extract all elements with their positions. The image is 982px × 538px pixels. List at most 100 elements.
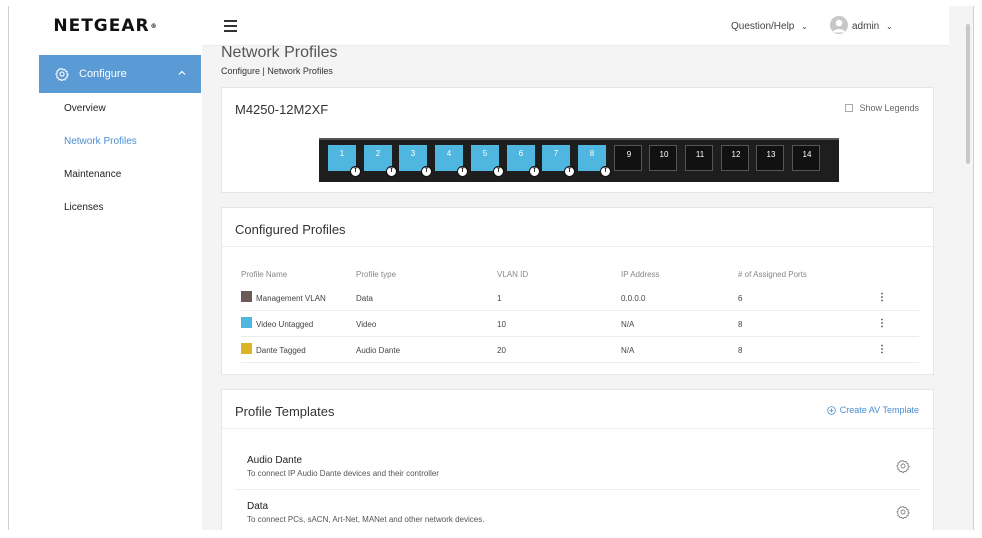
port-number: 11 (695, 150, 705, 159)
profile-name: Video Untagged (256, 320, 314, 329)
tagged-badge: T (600, 166, 611, 177)
gear-icon[interactable] (896, 459, 910, 473)
assigned-ports: 8 (738, 320, 743, 329)
port-number: 2 (375, 149, 381, 158)
ip-address: N/A (621, 346, 635, 355)
user-avatar-icon[interactable] (830, 16, 848, 34)
sidebar-item-configure[interactable]: Configure (39, 55, 201, 93)
plus-circle-icon (827, 405, 836, 415)
switch-port[interactable]: 13 (756, 145, 784, 171)
chevron-up-icon (178, 70, 186, 75)
table-row[interactable]: Dante Tagged Audio Dante 20 N/A 8 ⋮ (241, 337, 919, 363)
profile-templates-title: Profile Templates (235, 404, 335, 419)
netgear-logo[interactable]: NETGEAR ® (9, 6, 202, 46)
template-description: To connect IP Audio Dante devices and th… (247, 469, 439, 478)
chevron-down-icon: ⌄ (801, 22, 808, 31)
template-title: Data (247, 501, 269, 512)
sidebar-item-maintenance[interactable]: Maintenance (64, 169, 121, 180)
scrollbar-thumb[interactable] (966, 24, 970, 164)
more-options-icon[interactable]: ⋮ (877, 344, 887, 356)
template-title: Audio Dante (247, 455, 303, 466)
more-options-icon[interactable]: ⋮ (877, 318, 887, 330)
tagged-badge: T (421, 166, 432, 177)
switch-port[interactable]: 2T (364, 145, 397, 177)
port-number: 10 (659, 150, 669, 159)
port-number: 13 (766, 150, 776, 159)
tagged-badge: T (386, 166, 397, 177)
port-number: 12 (731, 150, 741, 159)
vlan-id: 10 (497, 320, 506, 329)
switch-port[interactable]: 1T (328, 145, 361, 177)
tagged-badge: T (564, 166, 575, 177)
column-header-assigned-ports: # of Assigned Ports (738, 270, 807, 279)
port-number: 14 (802, 150, 812, 159)
switch-port[interactable]: 9 (614, 145, 642, 171)
switch-port[interactable]: 11 (685, 145, 713, 171)
port-number: 1 (339, 149, 345, 158)
menu-icon[interactable] (224, 20, 237, 32)
column-header-ip-address: IP Address (621, 270, 660, 279)
template-item: Audio Dante To connect IP Audio Dante de… (235, 444, 920, 490)
sidebar-item-licenses[interactable]: Licenses (64, 202, 103, 213)
port-number: 3 (410, 149, 416, 158)
profile-name: Management VLAN (256, 294, 326, 303)
vlan-id: 1 (497, 294, 502, 303)
device-card: M4250-12M2XF Show Legends 1T2T3T4T5T6T7T… (221, 87, 934, 193)
port-number: 8 (589, 149, 595, 158)
chevron-down-icon: ⌄ (886, 22, 893, 31)
switch-port[interactable]: 14 (792, 145, 820, 171)
table-row[interactable]: Management VLAN Data 1 0.0.0.0 6 ⋮ (241, 285, 919, 311)
switch-port[interactable]: 5T (471, 145, 504, 177)
sidebar-item-network-profiles[interactable]: Network Profiles (64, 136, 137, 147)
show-legends-checkbox[interactable]: Show Legends (845, 103, 919, 113)
port-number: 4 (446, 149, 452, 158)
profile-color-swatch (241, 291, 252, 302)
configured-profiles-card: Configured Profiles Profile Name Profile… (221, 207, 934, 375)
column-header-profile-name: Profile Name (241, 270, 288, 279)
switch-port[interactable]: 8T (578, 145, 611, 177)
sidebar-item-configure-label: Configure (79, 68, 127, 80)
create-av-template-button[interactable]: Create AV Template (827, 405, 919, 415)
switch-port[interactable]: 7T (542, 145, 575, 177)
switch-port[interactable]: 6T (507, 145, 540, 177)
profile-templates-card: Profile Templates Create AV Template Aud… (221, 389, 934, 530)
user-menu[interactable]: admin ⌄ (852, 21, 893, 32)
template-item: Data To connect PCs, sACN, Art-Net, MANe… (235, 490, 920, 530)
profile-color-swatch (241, 343, 252, 354)
app-frame: NETGEAR ® Configure Overview Network Prof… (8, 6, 974, 530)
profile-color-swatch (241, 317, 252, 328)
switch-port[interactable]: 12 (721, 145, 749, 171)
gear-icon[interactable] (896, 505, 910, 519)
profile-type: Video (356, 320, 377, 329)
ip-address: N/A (621, 320, 635, 329)
scrollbar[interactable] (949, 6, 973, 530)
sidebar-item-overview[interactable]: Overview (64, 103, 106, 114)
table-row[interactable]: Video Untagged Video 10 N/A 8 ⋮ (241, 311, 919, 337)
help-label: Question/Help (731, 21, 795, 32)
page-title: Network Profiles (221, 44, 338, 61)
switch-port[interactable]: 4T (435, 145, 468, 177)
switch-port[interactable]: 10 (649, 145, 677, 171)
ip-address: 0.0.0.0 (621, 294, 646, 303)
port-number: 5 (482, 149, 488, 158)
vlan-id: 20 (497, 346, 506, 355)
switch-port[interactable]: 3T (399, 145, 432, 177)
logo-mark: ® (150, 22, 158, 30)
create-av-template-label: Create AV Template (839, 405, 919, 415)
more-options-icon[interactable]: ⋮ (877, 292, 887, 304)
divider (222, 428, 933, 429)
breadcrumb[interactable]: Configure | Network Profiles (221, 66, 333, 76)
profile-name: Dante Tagged (256, 346, 306, 355)
assigned-ports: 6 (738, 294, 743, 303)
configured-profiles-title: Configured Profiles (235, 222, 346, 237)
device-model: M4250-12M2XF (235, 102, 329, 117)
help-menu[interactable]: Question/Help ⌄ (731, 21, 808, 32)
tagged-badge: T (350, 166, 361, 177)
divider (222, 246, 933, 247)
column-header-vlan-id: VLAN ID (497, 270, 529, 279)
user-label: admin (852, 21, 880, 32)
tagged-badge: T (529, 166, 540, 177)
port-number: 9 (626, 150, 632, 159)
template-description: To connect PCs, sACN, Art-Net, MANet and… (247, 515, 485, 524)
port-number: 7 (553, 149, 559, 158)
